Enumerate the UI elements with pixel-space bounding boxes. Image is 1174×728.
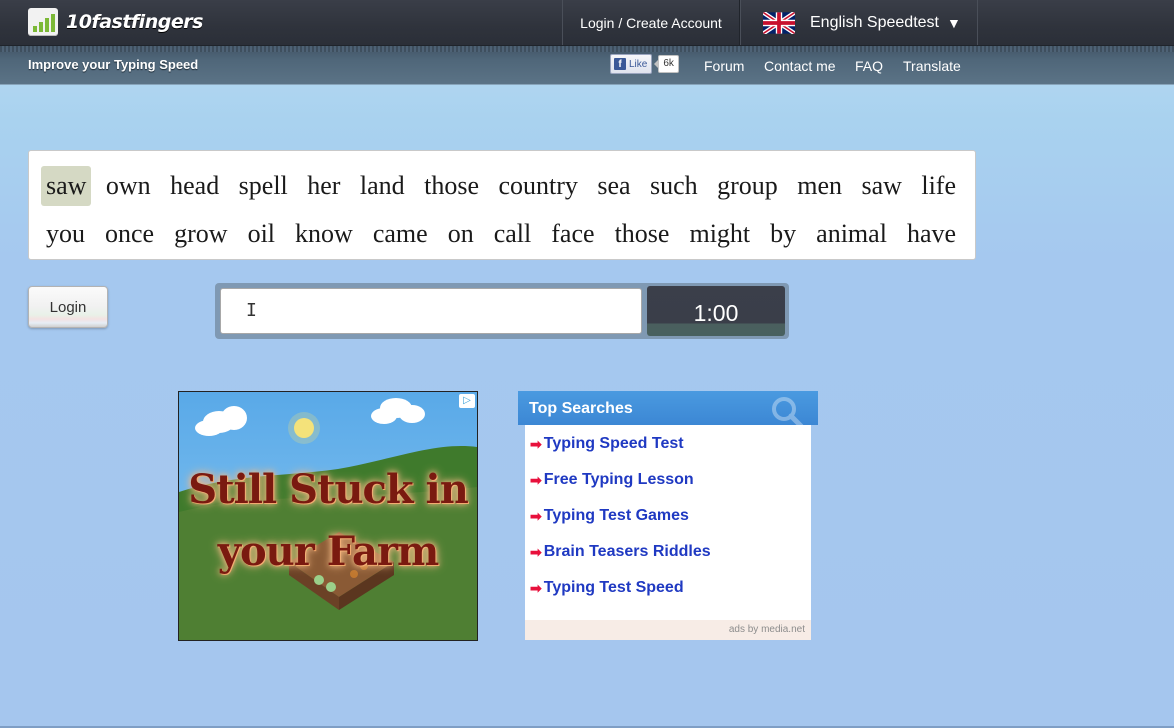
nav-translate[interactable]: Translate	[903, 58, 961, 74]
word: own	[105, 171, 151, 200]
top-search-item[interactable]: ➡ Typing Test Games	[530, 505, 689, 527]
word: head	[170, 171, 220, 200]
ad-farm-image	[179, 392, 477, 640]
language-label: English Speedtest	[810, 13, 939, 31]
facebook-like-button[interactable]: f Like	[610, 54, 653, 74]
login-create-account-link[interactable]: Login / Create Account	[562, 0, 740, 45]
arrow-right-icon: ➡	[530, 579, 542, 596]
top-search-item[interactable]: ➡ Free Typing Lesson	[530, 469, 694, 491]
word: on	[447, 219, 474, 248]
bar-chart-icon	[28, 8, 58, 36]
arrow-right-icon: ➡	[530, 471, 542, 488]
words-display: saw own head spell her land those countr…	[28, 150, 976, 260]
chevron-down-icon: ▼	[946, 14, 961, 31]
word: land	[359, 171, 405, 200]
word-line: you once grow oil know came on call face…	[41, 210, 961, 258]
search-icon	[772, 397, 804, 429]
word-list: saw own head spell her land those countr…	[41, 162, 961, 258]
word: oil	[247, 219, 276, 248]
tagline: Improve your Typing Speed	[28, 57, 199, 72]
top-searches-header: Top Searches	[518, 391, 818, 429]
word: grow	[174, 219, 228, 248]
top-searches-title: Top Searches	[529, 400, 633, 417]
sub-header: Improve your Typing Speed f Like 6k Foru…	[0, 46, 1174, 85]
ad-headline-line1: Still Stuck in	[188, 466, 469, 513]
ads-by-media-net[interactable]: ads by media.net	[525, 620, 811, 640]
word: those	[424, 171, 479, 200]
top-search-item[interactable]: ➡ Typing Speed Test	[530, 433, 684, 455]
word-line: saw own head spell her land those countr…	[41, 162, 961, 210]
facebook-icon: f	[614, 58, 626, 70]
word: animal	[816, 219, 887, 248]
facebook-like-count: 6k	[654, 55, 679, 73]
word: you	[46, 219, 85, 248]
top-searches-list: ➡ Typing Speed Test ➡ Free Typing Lesson…	[525, 425, 811, 640]
word: by	[770, 219, 797, 248]
timer: 1:00	[647, 286, 785, 336]
top-header: 10fastfingers Login / Create Account Eng…	[0, 0, 1174, 46]
word: call	[493, 219, 532, 248]
word: have	[906, 219, 957, 248]
word: once	[105, 219, 155, 248]
word: face	[551, 219, 595, 248]
ad-headline-line2: your Farm	[217, 528, 440, 575]
word: came	[372, 219, 428, 248]
word: might	[689, 219, 751, 248]
facebook-like-widget: f Like 6k	[610, 54, 679, 74]
page: 10fastfingers Login / Create Account Eng…	[0, 0, 1174, 728]
word: those	[614, 219, 670, 248]
word: group	[717, 171, 778, 200]
typing-input[interactable]	[220, 288, 642, 334]
word: such	[649, 171, 698, 200]
typing-input-row: I 1:00	[215, 283, 789, 339]
word: saw	[861, 171, 902, 200]
top-search-item[interactable]: ➡ Brain Teasers Riddles	[530, 541, 711, 563]
top-search-item[interactable]: ➡ Typing Test Speed	[530, 577, 684, 599]
adchoices-icon[interactable]: ▷	[459, 394, 475, 408]
facebook-like-label: Like	[629, 58, 648, 70]
arrow-right-icon: ➡	[530, 543, 542, 560]
logo-text: 10fastfingers	[66, 11, 203, 33]
word: men	[797, 171, 842, 200]
ad-banner[interactable]: ▷ Still Stuck in your Farm	[178, 391, 478, 641]
word: country	[498, 171, 578, 200]
word: life	[921, 171, 956, 200]
arrow-right-icon: ➡	[530, 507, 542, 524]
top-searches-widget: Top Searches ➡ Typing Speed Test ➡ Free …	[518, 391, 818, 641]
word: know	[295, 219, 353, 248]
login-button[interactable]: Login	[28, 286, 108, 328]
nav-contact[interactable]: Contact me	[764, 58, 836, 74]
current-word: saw	[41, 166, 92, 206]
word: her	[307, 171, 341, 200]
logo[interactable]: 10fastfingers	[28, 8, 203, 36]
nav-faq[interactable]: FAQ	[855, 58, 883, 74]
arrow-right-icon: ➡	[530, 435, 542, 452]
language-selector[interactable]: English Speedtest ▼	[740, 0, 978, 45]
word: spell	[238, 171, 288, 200]
nav-forum[interactable]: Forum	[704, 58, 744, 74]
uk-flag-icon	[763, 11, 795, 34]
word: sea	[597, 171, 631, 200]
